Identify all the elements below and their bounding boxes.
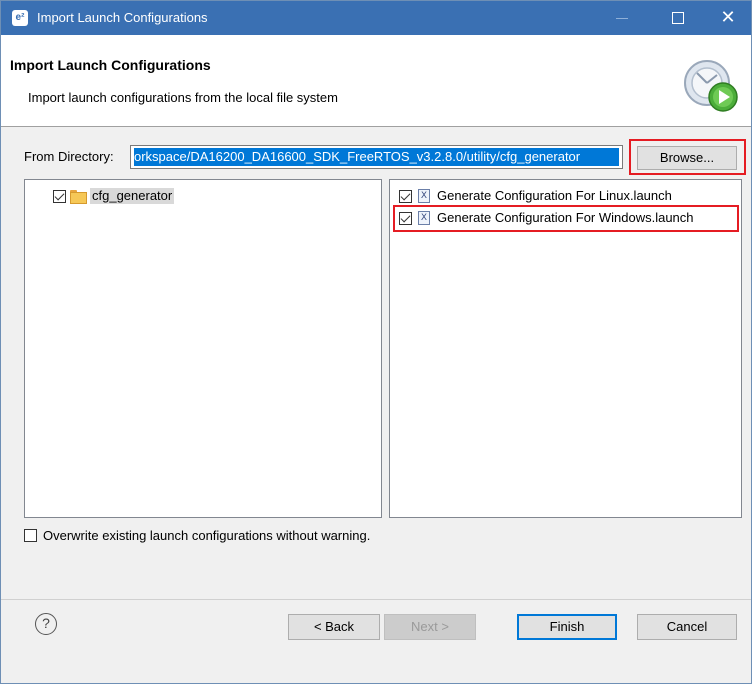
tree-item-cfg-generator[interactable]: cfg_generator — [53, 188, 175, 204]
maximize-icon — [672, 12, 684, 24]
windows-launch-highlight — [393, 205, 739, 232]
cancel-button[interactable]: Cancel — [637, 614, 737, 640]
launch-wizard-icon — [684, 60, 738, 112]
file-item-linux[interactable]: X Generate Configuration For Linux.launc… — [399, 188, 672, 204]
import-dialog: e² Import Launch Configurations ✕ Import… — [0, 0, 752, 684]
bottom-divider — [1, 599, 751, 600]
title-bar[interactable]: e² Import Launch Configurations ✕ — [1, 1, 751, 35]
minimize-button[interactable] — [599, 1, 645, 35]
banner-title: Import Launch Configurations — [10, 57, 211, 73]
close-icon: ✕ — [720, 7, 736, 28]
back-button[interactable]: < Back — [288, 614, 380, 640]
banner-description: Import launch configurations from the lo… — [28, 90, 338, 105]
folder-checkbox[interactable] — [53, 189, 66, 203]
app-icon: e² — [12, 10, 28, 26]
finish-button[interactable]: Finish — [517, 614, 617, 640]
next-button[interactable]: Next > — [384, 614, 476, 640]
directory-input[interactable]: orkspace/DA16200_DA16600_SDK_FreeRTOS_v3… — [130, 145, 623, 169]
maximize-button[interactable] — [655, 1, 701, 35]
help-button[interactable]: ? — [35, 613, 57, 635]
file-checkbox[interactable] — [399, 189, 412, 203]
window-title: Import Launch Configurations — [37, 10, 208, 25]
overwrite-label: Overwrite existing launch configurations… — [43, 528, 371, 543]
file-item-label: Generate Configuration For Linux.launch — [437, 188, 672, 203]
from-directory-label: From Directory: — [24, 149, 114, 164]
browse-button[interactable]: Browse... — [637, 146, 737, 170]
overwrite-checkbox[interactable] — [24, 529, 37, 542]
close-button[interactable]: ✕ — [705, 1, 751, 35]
directory-input-selected-text: orkspace/DA16200_DA16600_SDK_FreeRTOS_v3… — [134, 148, 619, 166]
tree-item-label: cfg_generator — [90, 188, 175, 204]
minimize-icon — [616, 17, 628, 19]
help-icon: ? — [42, 615, 50, 631]
wizard-banner: Import Launch Configurations Import laun… — [1, 35, 751, 127]
overwrite-option[interactable]: Overwrite existing launch configurations… — [24, 528, 370, 543]
folder-tree-pane[interactable]: cfg_generator — [24, 179, 382, 518]
open-folder-icon — [70, 190, 87, 204]
directory-path: orkspace/DA16200_DA16600_SDK_FreeRTOS_v3… — [134, 149, 581, 164]
launch-file-icon: X — [418, 189, 430, 203]
